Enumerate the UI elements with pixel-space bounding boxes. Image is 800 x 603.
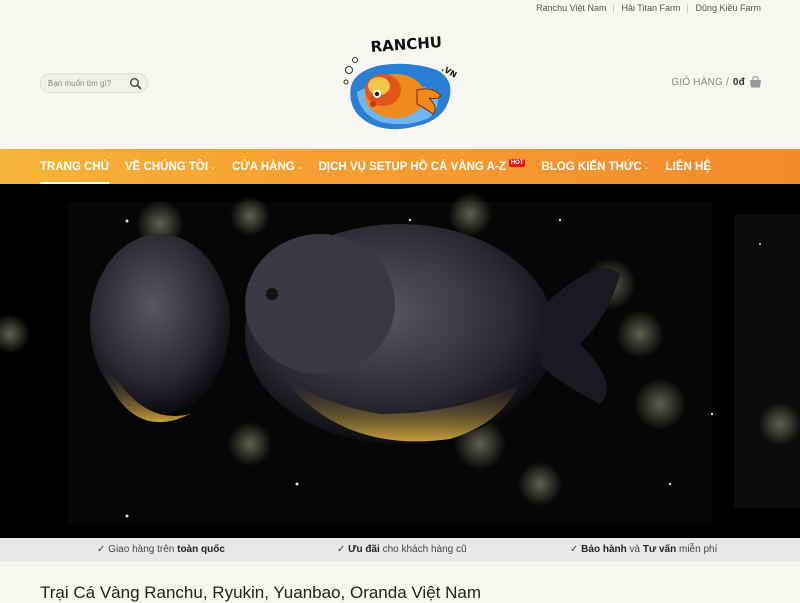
intro-section: Trại Cá Vàng Ranchu, Ryukin, Yuanbao, Or… [0,562,800,602]
nav-item-label: BLOG KIẾN THỨC [541,160,642,173]
cart-amount: 0đ [732,76,745,88]
nav-item-label: CỬA HÀNG [231,160,295,173]
nav-item-setup-service[interactable]: DỊCH VỤ SETUP HỒ CÁ VÀNG A-Z HOT [319,149,526,184]
usp-item-discount: ✓ Ưu đãi cho khách hàng cũ [337,544,467,555]
cart-link[interactable]: GIỎ HÀNG / 0đ [671,76,762,88]
hero-banner[interactable] [0,184,800,538]
search-box [40,73,148,93]
usp-text: miễn phí [676,544,718,555]
nav-item-blog[interactable]: BLOG KIẾN THỨC ⌄ [541,149,649,184]
usp-text: cho khách hàng cũ [379,544,467,555]
hot-badge: HOT [508,158,526,167]
top-bar: Ranchu Việt Nam Hải Titan Farm Dũng Kiều… [0,0,800,18]
hero-goldfish-image [0,184,800,538]
chevron-down-icon: ⌄ [296,163,303,171]
top-links: Ranchu Việt Nam Hải Titan Farm Dũng Kiều… [536,3,761,13]
usp-item-warranty: ✓ Bảo hành và Tư vấn miễn phí [570,544,717,555]
usp-bold: toàn quốc [177,544,225,555]
main-nav: TRANG CHỦ VỀ CHÚNG TÔI ⌄ CỬA HÀNG ⌄ DỊCH… [0,149,800,184]
usp-text: và [626,544,643,555]
page-title: Trại Cá Vàng Ranchu, Ryukin, Yuanbao, Or… [40,583,481,602]
nav-item-label: TRANG CHỦ [40,160,109,173]
chevron-down-icon: ⌄ [210,163,216,171]
nav-item-about[interactable]: VỀ CHÚNG TÔI ⌄ [125,149,216,184]
divider [613,3,615,13]
usp-bar: ✓ Giao hàng trên toàn quốc ✓ Ưu đãi cho … [0,538,800,562]
cart-label: GIỎ HÀNG / [671,76,729,88]
cart-bag-icon [750,76,761,88]
usp-bold: Ưu đãi [348,544,380,555]
nav-item-shop[interactable]: CỬA HÀNG ⌄ [232,149,303,184]
usp-item-shipping: ✓ Giao hàng trên toàn quốc [97,544,225,555]
chevron-down-icon: ⌄ [643,163,650,171]
search-input[interactable] [48,78,128,88]
nav-item-label: VỀ CHÚNG TÔI [125,160,209,173]
checkmark-icon: ✓ [570,544,579,555]
site-logo[interactable]: RANCHU .VN [337,30,469,134]
top-link-dung-kieu-farm[interactable]: Dũng Kiều Farm [695,3,761,13]
nav-item-home[interactable]: TRANG CHỦ [40,149,109,184]
site-header: RANCHU .VN GIỎ HÀNG / 0đ [0,18,800,149]
checkmark-icon: ✓ [337,544,346,555]
nav-item-label: LIÊN HỆ [665,160,711,173]
ranchu-logo: RANCHU .VN [343,33,458,130]
top-link-hai-titan-farm[interactable]: Hải Titan Farm [621,3,680,13]
nav-item-label: DỊCH VỤ SETUP HỒ CÁ VÀNG A-Z [318,160,506,173]
svg-text:RANCHU: RANCHU [370,33,443,56]
nav-item-contact[interactable]: LIÊN HỆ [666,149,711,184]
top-link-ranchu-vietnam[interactable]: Ranchu Việt Nam [536,3,606,13]
usp-text: Giao hàng trên [108,544,178,555]
search-icon [130,78,142,90]
usp-bold: Bảo hành [581,544,627,555]
checkmark-icon: ✓ [97,544,106,555]
usp-bold: Tư vấn [642,544,677,555]
divider [687,3,689,13]
search-button[interactable] [129,77,142,90]
